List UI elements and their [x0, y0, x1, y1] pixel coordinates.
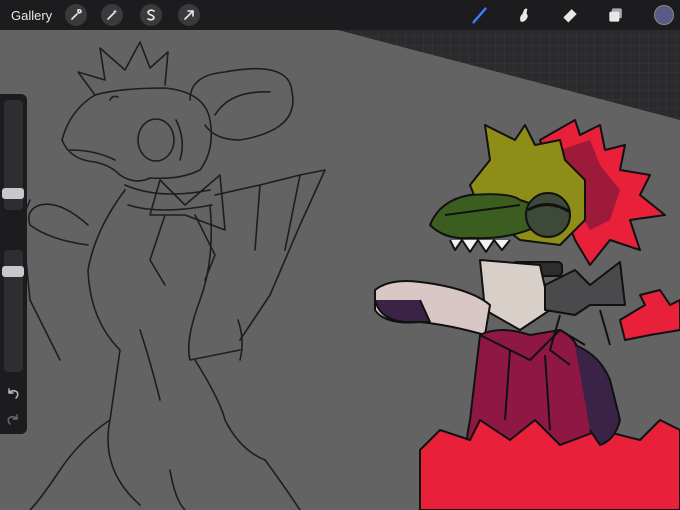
brush-icon [472, 7, 487, 24]
eraser-tool[interactable] [558, 3, 582, 27]
brush-size-slider[interactable] [2, 100, 24, 210]
adjustments-button[interactable] [101, 4, 123, 26]
smudge-icon [520, 8, 528, 22]
actions-wrench-button[interactable] [65, 4, 87, 26]
brush-tool[interactable] [468, 3, 492, 27]
opacity-slider[interactable] [2, 250, 24, 372]
redo-icon[interactable] [5, 412, 21, 428]
brush-size-thumb[interactable] [2, 188, 24, 199]
arrow-cursor-icon [184, 10, 194, 20]
undo-icon[interactable] [5, 386, 21, 402]
smudge-tool[interactable] [512, 3, 536, 27]
wrench-icon [71, 8, 82, 20]
drawing-canvas[interactable] [0, 0, 680, 510]
gallery-button[interactable]: Gallery [11, 8, 52, 23]
layers-icon [609, 8, 622, 22]
magic-wand-icon [107, 9, 118, 20]
eraser-icon [563, 9, 577, 23]
color-picker-swatch[interactable] [654, 5, 674, 25]
layers-tool[interactable] [604, 3, 628, 27]
side-toolbar [0, 94, 27, 434]
selection-button[interactable] [140, 4, 162, 26]
opacity-thumb[interactable] [2, 266, 24, 277]
selection-s-icon [147, 9, 155, 21]
top-toolbar: Gallery [0, 0, 680, 30]
transform-button[interactable] [178, 4, 200, 26]
